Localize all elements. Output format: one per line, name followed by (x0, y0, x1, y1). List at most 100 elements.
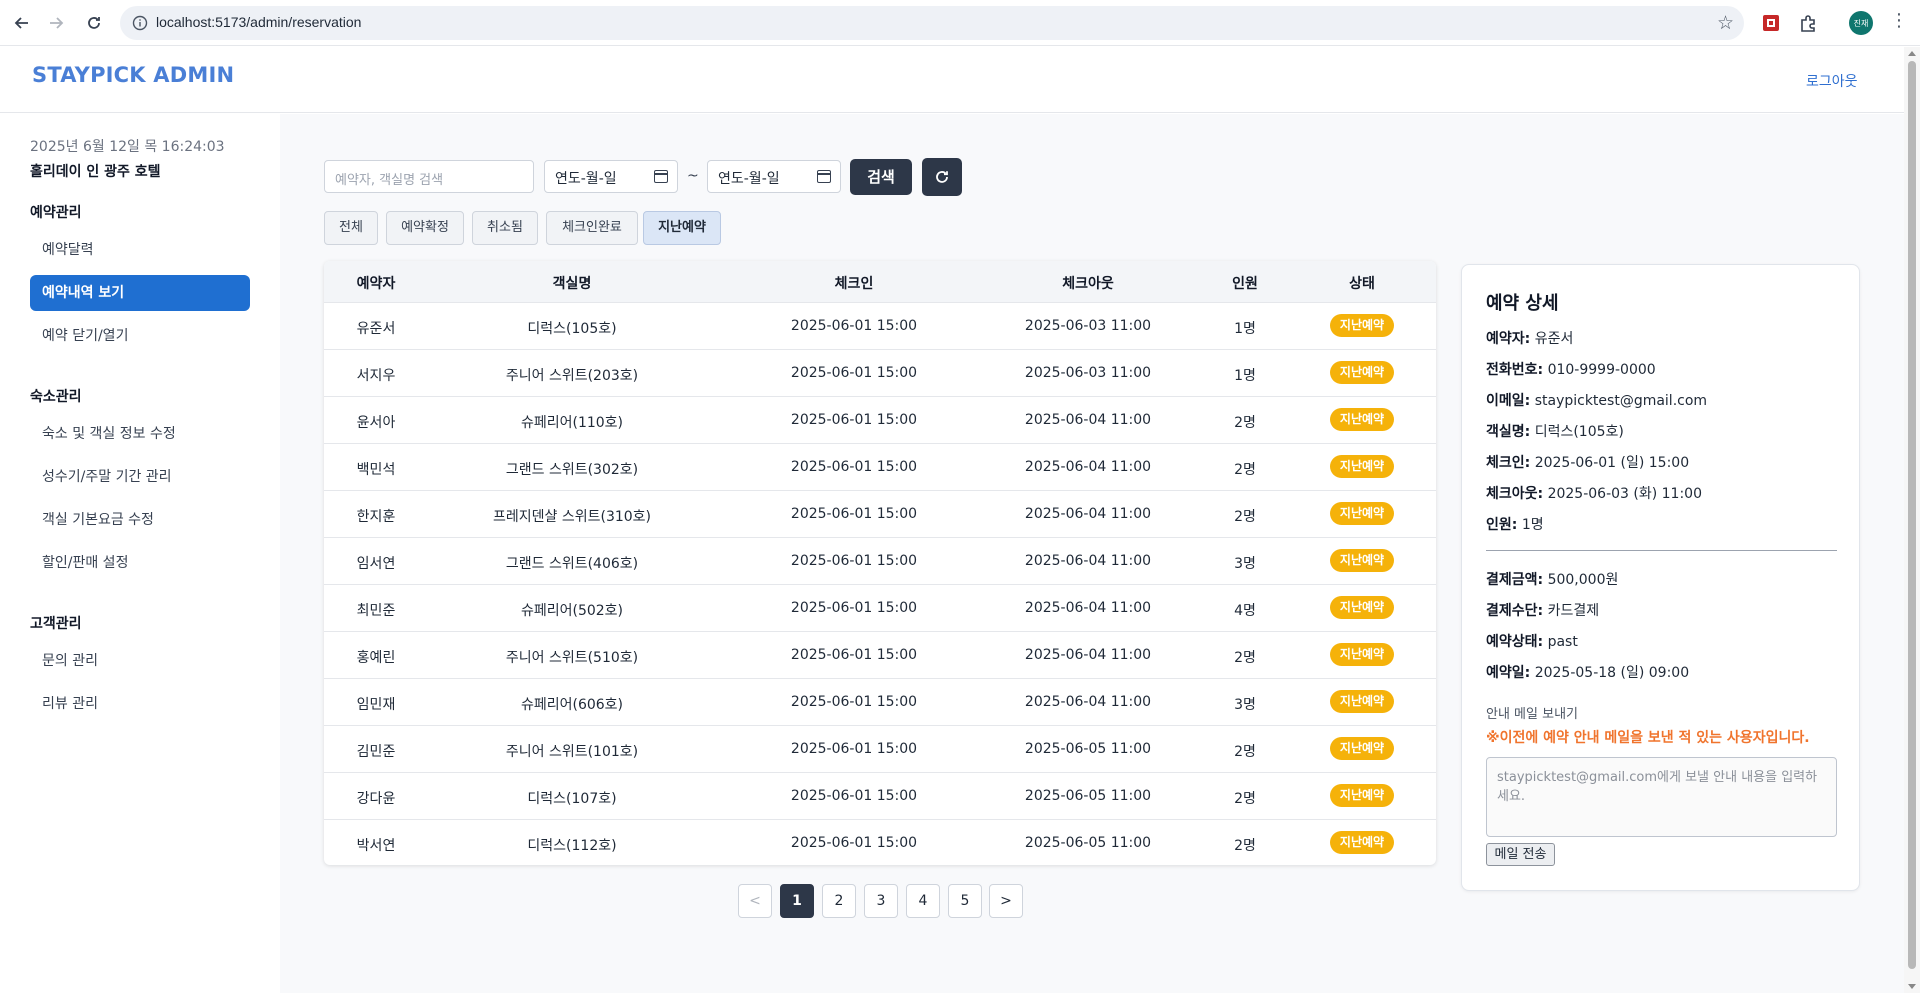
table-row[interactable]: 김민준 주니어 스위트(101호) 2025-06-01 15:00 2025-06-… (324, 725, 1436, 772)
puzzle-extensions-icon[interactable] (1797, 12, 1819, 34)
forward-arrow-icon[interactable] (44, 11, 68, 35)
sidebar-item-reservation-calendar[interactable]: 예약달력 (30, 232, 250, 268)
sidebar-item-reservation-list[interactable]: 예약내역 보기 (30, 275, 250, 311)
sidebar-item-reviews[interactable]: 리뷰 관리 (30, 686, 250, 722)
table-row[interactable]: 박서연 디럭스(112호) 2025-06-01 15:00 2025-06-05 1… (324, 819, 1436, 865)
sidebar-item-discount-settings[interactable]: 할인/판매 설정 (30, 545, 250, 581)
search-input[interactable]: 예약자, 객실명 검색 (324, 160, 534, 193)
mail-content-textarea[interactable]: staypicktest@gmail.com에게 보낼 안내 내용을 입력하세요… (1486, 757, 1837, 837)
pagination-page-3[interactable]: 3 (864, 884, 898, 918)
address-bar[interactable]: localhost:5173/admin/reservation ☆ (120, 6, 1744, 40)
pagination-next[interactable]: > (989, 884, 1023, 918)
current-time: 2025년 6월 12일 목 16:24:03 (30, 139, 225, 155)
bookmark-star-icon[interactable]: ☆ (1717, 12, 1734, 34)
detail-divider (1486, 550, 1837, 551)
cell-guest-count: 2명 (1234, 791, 1256, 807)
date-to-input[interactable]: 연도-월-일 (707, 160, 841, 193)
cell-room: 주니어 스위트(203호) (505, 368, 639, 384)
col-checkout: 체크아웃 (1062, 276, 1114, 292)
filter-past-button[interactable]: 지난예약 (643, 211, 721, 245)
cell-guest-count: 2명 (1234, 744, 1256, 760)
status-badge: 지난예약 (1330, 737, 1394, 760)
table-row[interactable]: 강다윤 디럭스(107호) 2025-06-01 15:00 2025-06-05 1… (324, 772, 1436, 819)
cell-guest: 강다윤 (356, 791, 396, 807)
cell-checkout: 2025-06-05 11:00 (1024, 835, 1152, 851)
detail-title: 예약 상세 (1486, 293, 1559, 314)
pagination-prev[interactable]: < (738, 884, 772, 918)
pagination-page-5[interactable]: 5 (948, 884, 982, 918)
extension-icon[interactable] (1760, 12, 1782, 34)
table-row[interactable]: 한지훈 프레지덴샬 스위트(310호) 2025-06-01 15:00 2025-0… (324, 490, 1436, 537)
hotel-name: 홀리데이 인 광주 호텔 (30, 164, 161, 180)
url-text[interactable]: localhost:5173/admin/reservation (156, 14, 361, 30)
scroll-down-arrow-icon[interactable] (1908, 984, 1916, 989)
col-checkin: 체크인 (834, 276, 874, 292)
status-badge: 지난예약 (1330, 455, 1394, 478)
scrollbar-thumb[interactable] (1908, 61, 1916, 969)
cell-guest: 윤서아 (356, 415, 396, 431)
table-row[interactable]: 임민재 슈페리어(606호) 2025-06-01 15:00 2025-06-04 … (324, 678, 1436, 725)
cell-room: 프레지덴샬 스위트(310호) (492, 509, 652, 525)
detail-checkout: 체크아웃: 2025-06-03 (화) 11:00 (1486, 486, 1702, 502)
page-scrollbar[interactable] (1904, 47, 1920, 993)
date-from-input[interactable]: 연도-월-일 (544, 160, 678, 193)
cell-guest-count: 3명 (1234, 556, 1256, 572)
table-row[interactable]: 유준서 디럭스(105호) 2025-06-01 15:00 2025-06-03 1… (324, 302, 1436, 349)
cell-guest-count: 2명 (1234, 650, 1256, 666)
status-badge: 지난예약 (1330, 784, 1394, 807)
date-range-separator: ~ (687, 168, 699, 184)
table-row[interactable]: 서지우 주니어 스위트(203호) 2025-06-01 15:00 2025-06-… (324, 349, 1436, 396)
send-mail-button[interactable]: 메일 전송 (1486, 843, 1555, 866)
cell-guest: 김민준 (356, 744, 396, 760)
table-header: 예약자 객실명 체크인 체크아웃 인원 상태 (324, 261, 1436, 302)
back-arrow-icon[interactable] (10, 11, 34, 35)
calendar-icon[interactable] (654, 170, 668, 183)
pagination-page-1[interactable]: 1 (780, 884, 814, 918)
refresh-button[interactable] (922, 158, 962, 196)
filter-cancelled-button[interactable]: 취소됨 (472, 211, 538, 245)
reload-icon[interactable] (82, 11, 106, 35)
scroll-up-arrow-icon[interactable] (1908, 51, 1916, 56)
sidebar-item-lodging-info[interactable]: 숙소 및 객실 정보 수정 (30, 416, 250, 452)
reservation-table: 예약자 객실명 체크인 체크아웃 인원 상태 유준서 디럭스(105호) 2025-… (324, 261, 1436, 865)
cell-checkout: 2025-06-04 11:00 (1024, 459, 1152, 475)
cell-checkin: 2025-06-01 15:00 (790, 835, 918, 851)
brand-logo[interactable]: STAYPICK ADMIN (32, 63, 234, 87)
cell-checkin: 2025-06-01 15:00 (790, 318, 918, 334)
table-row[interactable]: 최민준 슈페리어(502호) 2025-06-01 15:00 2025-06-04 … (324, 584, 1436, 631)
profile-avatar[interactable]: 진재 (1849, 11, 1873, 35)
filter-confirmed-button[interactable]: 예약확정 (386, 211, 464, 245)
filter-all-button[interactable]: 전체 (324, 211, 378, 245)
site-info-icon[interactable] (132, 15, 148, 31)
pagination-page-2[interactable]: 2 (822, 884, 856, 918)
cell-guest: 유준서 (356, 321, 396, 337)
table-row[interactable]: 백민석 그랜드 스위트(302호) 2025-06-01 15:00 2025-06-… (324, 443, 1436, 490)
calendar-icon[interactable] (817, 170, 831, 183)
cell-checkout: 2025-06-04 11:00 (1024, 412, 1152, 428)
cell-guest-count: 2명 (1234, 415, 1256, 431)
sidebar-item-reservation-close-open[interactable]: 예약 닫기/열기 (30, 318, 250, 354)
status-badge: 지난예약 (1330, 831, 1394, 854)
cell-guest: 백민석 (356, 462, 396, 478)
cell-room: 디럭스(105호) (527, 321, 617, 337)
cell-guest-count: 1명 (1234, 368, 1256, 384)
sidebar-item-peak-season[interactable]: 성수기/주말 기간 관리 (30, 459, 250, 495)
logout-link[interactable]: 로그아웃 (1806, 71, 1858, 91)
table-row[interactable]: 윤서아 슈페리어(110호) 2025-06-01 15:00 2025-06-04 … (324, 396, 1436, 443)
filter-checked-in-button[interactable]: 체크인완료 (546, 211, 638, 245)
search-button[interactable]: 검색 (850, 159, 912, 195)
cell-checkout: 2025-06-03 11:00 (1024, 318, 1152, 334)
browser-menu-icon[interactable]: ⋮ (1890, 12, 1908, 30)
table-row[interactable]: 임서연 그랜드 스위트(406호) 2025-06-01 15:00 2025-06-… (324, 537, 1436, 584)
status-badge: 지난예약 (1330, 314, 1394, 337)
table-row[interactable]: 홍예린 주니어 스위트(510호) 2025-06-01 15:00 2025-06-… (324, 631, 1436, 678)
detail-guest: 예약자: 유준서 (1486, 331, 1574, 347)
detail-reservation-status: 예약상태: past (1486, 634, 1578, 650)
sidebar-item-inquiries[interactable]: 문의 관리 (30, 643, 250, 679)
cell-guest: 홍예린 (356, 650, 396, 666)
cell-room: 디럭스(112호) (527, 838, 617, 854)
pagination-page-4[interactable]: 4 (906, 884, 940, 918)
cell-checkin: 2025-06-01 15:00 (790, 741, 918, 757)
status-badge: 지난예약 (1330, 596, 1394, 619)
sidebar-item-base-rate[interactable]: 객실 기본요금 수정 (30, 502, 250, 538)
